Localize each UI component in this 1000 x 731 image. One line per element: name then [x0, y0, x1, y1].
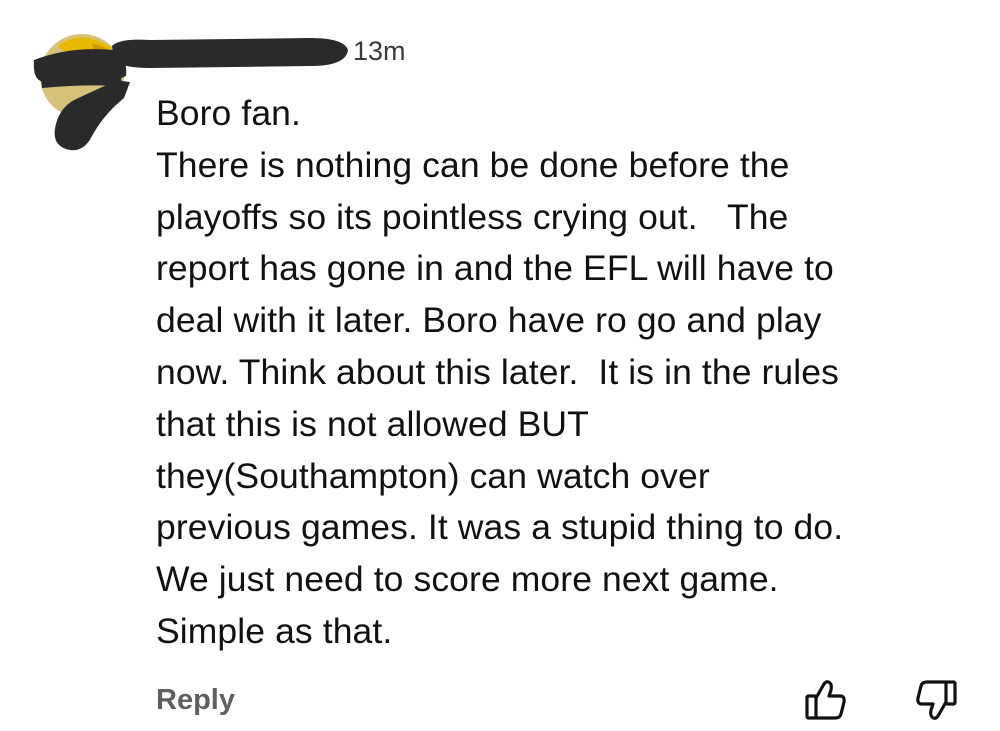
- like-button[interactable]: [801, 676, 849, 724]
- comment-timestamp: 13m: [353, 36, 406, 66]
- comment-line: deal with it later. Boro have ro go and …: [156, 300, 822, 341]
- comment-line: playoffs so its pointless crying out. Th…: [156, 196, 789, 237]
- comment-line: now. Think about this later. It is in th…: [156, 351, 839, 392]
- thumbs-up-icon: [801, 676, 849, 724]
- comment-line: report has gone in and the EFL will have…: [156, 248, 834, 289]
- comment-line: We just need to score more next game.: [156, 559, 779, 600]
- reply-button[interactable]: Reply: [156, 680, 235, 720]
- username-redacted: [110, 32, 350, 72]
- comment-line: Boro fan.: [156, 93, 301, 133]
- comment-body: Boro fan. There is nothing can be done b…: [156, 88, 986, 658]
- thumbs-down-icon: [913, 676, 961, 724]
- dislike-button[interactable]: [913, 676, 961, 724]
- comment-line: they(Southampton) can watch over: [156, 455, 710, 496]
- comment-line: Simple as that.: [156, 610, 393, 651]
- comment-line: that this is not allowed BUT: [156, 403, 589, 444]
- comment: 13m Boro fan. There is nothing can be do…: [0, 0, 1000, 731]
- comment-line: previous games. It was a stupid thing to…: [156, 507, 844, 548]
- comment-line: There is nothing can be done before the: [156, 144, 790, 185]
